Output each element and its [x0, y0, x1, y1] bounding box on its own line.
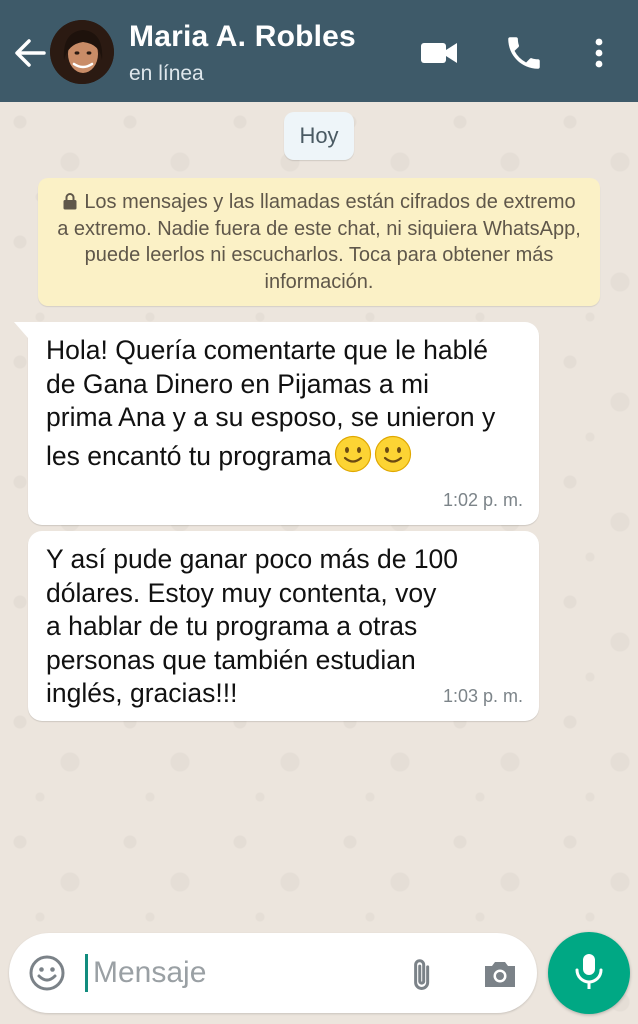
emoji-icon[interactable]: [27, 953, 67, 993]
camera-icon[interactable]: [479, 953, 521, 995]
encryption-notice[interactable]: Los mensajes y las llamadas están cifrad…: [38, 178, 600, 306]
back-arrow-icon[interactable]: [10, 33, 50, 73]
microphone-button[interactable]: [548, 932, 630, 1014]
phone-call-icon[interactable]: [503, 32, 545, 74]
message-time: 1:03 p. m.: [442, 685, 523, 706]
paperclip-icon[interactable]: [401, 953, 443, 995]
chat-header: Maria A. Robles en línea: [0, 0, 638, 102]
message-bubble[interactable]: Y así pude ganar poco más de 100 dólares…: [28, 531, 539, 721]
date-chip: Hoy: [284, 112, 354, 160]
avatar[interactable]: [50, 20, 114, 84]
microphone-icon: [571, 951, 607, 996]
video-call-icon[interactable]: [418, 32, 460, 74]
more-options-icon[interactable]: [578, 32, 620, 74]
smiling-face-emoji-icon: [334, 435, 372, 473]
text-caret: [85, 954, 88, 992]
contact-name[interactable]: Maria A. Robles: [129, 20, 356, 54]
message-composer: [9, 933, 537, 1013]
message-text: Hola! Quería comentarte que le hablé de …: [46, 335, 496, 471]
encryption-notice-text: Los mensajes y las llamadas están cifrad…: [57, 191, 581, 293]
lock-icon: [62, 191, 78, 210]
message-input[interactable]: [93, 949, 393, 997]
contact-status: en línea: [129, 62, 204, 85]
message-text: Y así pude ganar poco más de 100 dólares…: [46, 544, 459, 708]
message-bubble[interactable]: Hola! Quería comentarte que le hablé de …: [14, 322, 539, 525]
message-time: 1:02 p. m.: [442, 489, 523, 510]
smiling-face-emoji-icon: [374, 435, 412, 473]
